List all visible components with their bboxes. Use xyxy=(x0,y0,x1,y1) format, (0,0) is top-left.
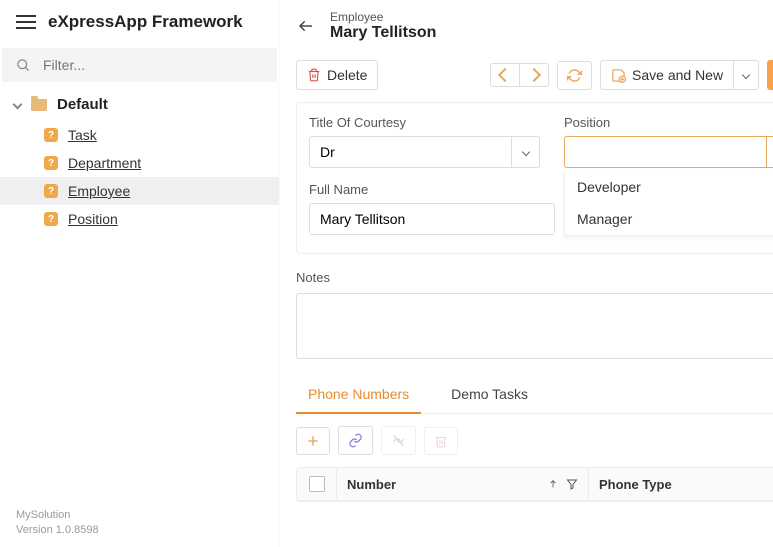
hamburger-icon[interactable] xyxy=(16,15,36,29)
plus-icon xyxy=(306,434,320,448)
entity-icon: ? xyxy=(44,184,58,198)
footer-solution: MySolution xyxy=(16,508,263,522)
app-root: eXpressApp Framework Default ? Task ? De… xyxy=(0,0,773,547)
main-header: Employee Mary Tellitson xyxy=(280,0,773,50)
field-title-of-courtesy: Title Of Courtesy xyxy=(309,115,540,168)
notes-section: Notes xyxy=(296,270,773,362)
sort-icon xyxy=(548,478,558,490)
back-button[interactable] xyxy=(296,18,316,34)
grid-col-phone-type[interactable]: Phone Type xyxy=(589,468,773,500)
tree-group-default[interactable]: Default xyxy=(0,88,279,121)
save-new-dropdown[interactable] xyxy=(734,60,759,90)
tree-item-label: Employee xyxy=(68,183,130,199)
link-icon xyxy=(348,433,363,448)
trash-icon xyxy=(434,434,448,448)
entity-icon: ? xyxy=(44,212,58,226)
save-new-group: Save and New xyxy=(600,60,759,90)
sidebar-footer: MySolution Version 1.0.8598 xyxy=(0,498,279,547)
arrow-left-icon xyxy=(296,18,316,34)
tree-item-department[interactable]: ? Department xyxy=(0,149,279,177)
chevron-left-icon xyxy=(498,68,512,82)
filter-icon xyxy=(566,478,578,490)
add-phone-button[interactable] xyxy=(296,427,330,455)
refresh-button[interactable] xyxy=(557,61,592,90)
col-label: Phone Type xyxy=(599,477,672,492)
sidebar-header: eXpressApp Framework xyxy=(0,0,279,44)
delete-label: Delete xyxy=(327,67,367,83)
nav-buttons xyxy=(490,63,549,87)
content: Title Of Courtesy Position xyxy=(280,102,773,547)
notes-textarea[interactable] xyxy=(296,293,773,359)
position-add-button[interactable] xyxy=(767,136,773,168)
field-position: Position Developer Manager xyxy=(564,115,773,168)
title-of-courtesy-input[interactable] xyxy=(309,136,512,168)
footer-version: Version 1.0.8598 xyxy=(16,523,263,537)
tree-item-label: Department xyxy=(68,155,141,171)
grid-col-number[interactable]: Number xyxy=(337,468,589,500)
phone-grid: Number Phone Type xyxy=(296,467,773,502)
folder-icon xyxy=(31,99,47,111)
tree-item-label: Position xyxy=(68,211,118,227)
tree-item-position[interactable]: ? Position xyxy=(0,205,279,233)
tree-group-label: Default xyxy=(57,96,108,113)
save-new-icon xyxy=(611,68,626,83)
refresh-icon xyxy=(567,68,582,83)
link-phone-button[interactable] xyxy=(338,426,373,455)
unlink-icon xyxy=(391,433,406,448)
position-dropdown-panel: Developer Manager xyxy=(564,171,773,236)
field-full-name: Full Name xyxy=(309,182,555,235)
page-title: Mary Tellitson xyxy=(330,24,773,42)
brand-title: eXpressApp Framework xyxy=(48,12,243,32)
entity-icon: ? xyxy=(44,128,58,142)
entity-icon: ? xyxy=(44,156,58,170)
grid-select-all[interactable] xyxy=(297,468,337,500)
phone-toolbar xyxy=(296,414,773,467)
save-and-new-button[interactable]: Save and New xyxy=(600,60,734,90)
filter-box[interactable] xyxy=(2,48,277,82)
tree-item-task[interactable]: ? Task xyxy=(0,121,279,149)
position-input[interactable] xyxy=(564,136,767,168)
main: Employee Mary Tellitson Delete xyxy=(280,0,773,547)
sidebar: eXpressApp Framework Default ? Task ? De… xyxy=(0,0,280,547)
breadcrumb-entity: Employee xyxy=(330,10,773,24)
field-label: Position xyxy=(564,115,773,130)
field-label: Title Of Courtesy xyxy=(309,115,540,130)
chevron-right-icon xyxy=(527,68,541,82)
breadcrumb: Employee Mary Tellitson xyxy=(330,10,773,42)
tab-phone-numbers[interactable]: Phone Numbers xyxy=(296,376,421,414)
grid-header: Number Phone Type xyxy=(297,468,773,501)
col-label: Number xyxy=(347,477,396,492)
chevron-down-icon xyxy=(13,100,23,110)
next-button[interactable] xyxy=(520,63,549,87)
checkbox-icon xyxy=(309,476,325,492)
tree-item-employee[interactable]: ? Employee xyxy=(0,177,279,205)
delete-phone-button[interactable] xyxy=(424,427,458,455)
full-name-input[interactable] xyxy=(309,203,555,235)
save-new-label: Save and New xyxy=(632,67,723,83)
position-option-manager[interactable]: Manager xyxy=(565,203,773,235)
notes-label: Notes xyxy=(296,270,773,285)
trash-icon xyxy=(307,68,321,82)
tab-demo-tasks[interactable]: Demo Tasks xyxy=(439,376,540,413)
tree-item-label: Task xyxy=(68,127,97,143)
chevron-down-icon xyxy=(521,148,529,156)
filter-input[interactable] xyxy=(41,56,263,74)
form-card: Title Of Courtesy Position xyxy=(296,102,773,254)
toolbar: Delete Save and New Save xyxy=(280,50,773,102)
save-button[interactable]: Save xyxy=(767,60,773,90)
search-icon xyxy=(16,58,31,73)
field-label: Full Name xyxy=(309,182,555,197)
title-of-courtesy-dropdown-toggle[interactable] xyxy=(512,136,540,168)
prev-button[interactable] xyxy=(490,63,520,87)
unlink-phone-button[interactable] xyxy=(381,426,416,455)
chevron-down-icon xyxy=(742,71,750,79)
position-option-developer[interactable]: Developer xyxy=(565,171,773,203)
delete-button[interactable]: Delete xyxy=(296,60,378,90)
detail-tabs: Phone Numbers Demo Tasks xyxy=(296,376,773,414)
